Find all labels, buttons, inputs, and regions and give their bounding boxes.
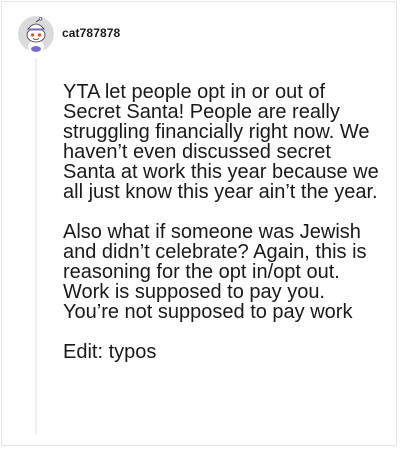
comment-card: cat787878 YTA let people opt in or out o… [1,1,397,446]
comment-paragraph: Edit: typos [63,341,157,363]
comment-header: cat787878 [18,16,120,52]
comment-paragraph: Also what if someone was Jewish and didn… [63,221,367,323]
thread-line[interactable] [35,58,37,434]
comment-body: YTA let people opt in or out of Secret S… [63,82,383,362]
comment-paragraph: YTA let people opt in or out of Secret S… [63,81,379,203]
username[interactable]: cat787878 [62,26,120,40]
snoo-avatar-icon[interactable] [18,16,54,52]
